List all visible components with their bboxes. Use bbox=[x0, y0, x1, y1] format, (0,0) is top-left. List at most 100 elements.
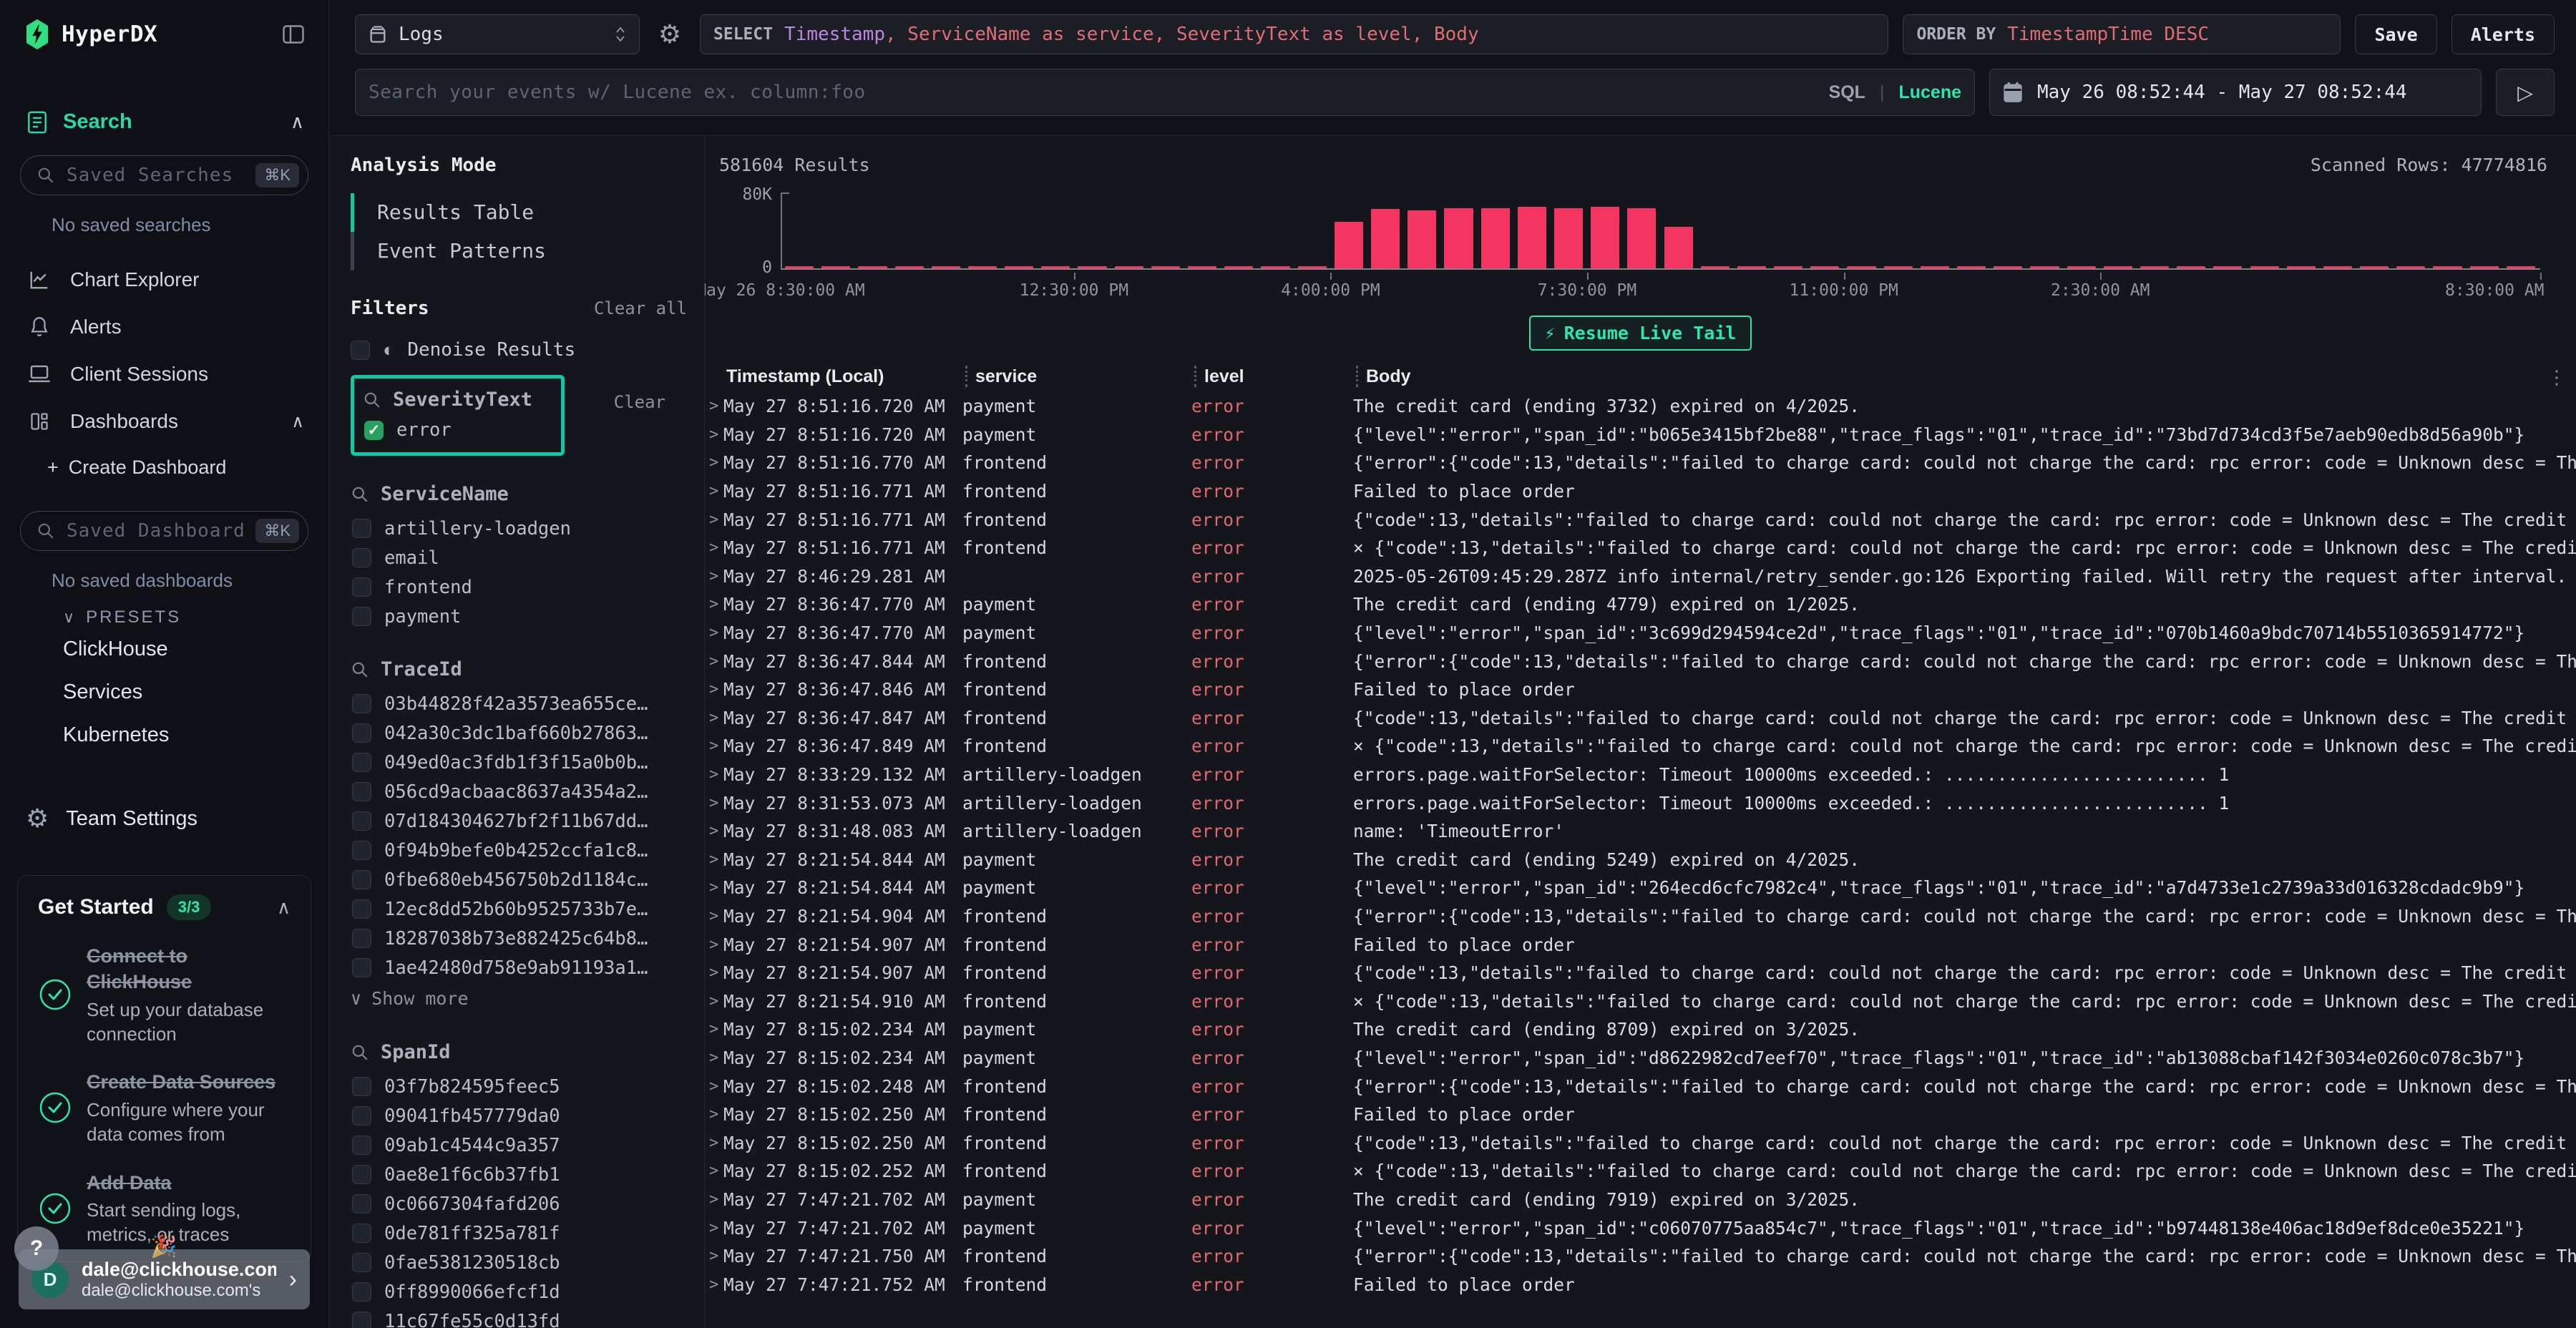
presets-toggle[interactable]: ∨ PRESETS bbox=[0, 607, 328, 628]
checkbox-checked[interactable] bbox=[364, 421, 384, 440]
log-row[interactable]: >May 27 8:36:47.770 AMpaymenterrorThe cr… bbox=[705, 590, 2576, 619]
run-query-button[interactable]: ▷ bbox=[2496, 69, 2555, 116]
checkbox[interactable] bbox=[352, 811, 371, 831]
source-settings-button[interactable]: ⚙ bbox=[654, 14, 686, 54]
sidebar-item-search[interactable]: Search ∧ bbox=[27, 110, 304, 134]
log-row[interactable]: >May 27 8:36:47.844 AMfrontenderror{"err… bbox=[705, 647, 2576, 675]
mode-event-patterns[interactable]: Event Patterns bbox=[351, 232, 687, 270]
column-divider[interactable] bbox=[1356, 366, 1366, 387]
row-expand-icon[interactable]: > bbox=[705, 766, 723, 783]
log-row[interactable]: >May 27 7:47:21.702 AMpaymenterror{"leve… bbox=[705, 1214, 2576, 1242]
checkbox[interactable] bbox=[352, 1282, 371, 1302]
row-expand-icon[interactable]: > bbox=[705, 426, 723, 444]
filter-value-item[interactable]: 0ff8990066efcf1d bbox=[351, 1277, 687, 1307]
row-expand-icon[interactable]: > bbox=[705, 539, 723, 557]
log-row[interactable]: >May 27 8:21:54.907 AMfrontenderror{"cod… bbox=[705, 959, 2576, 987]
log-row[interactable]: >May 27 8:36:47.847 AMfrontenderror{"cod… bbox=[705, 704, 2576, 733]
row-expand-icon[interactable]: > bbox=[705, 1247, 723, 1265]
chevron-up-icon[interactable]: ∧ bbox=[291, 111, 304, 133]
log-row[interactable]: >May 27 8:51:16.771 AMfrontenderror× {"c… bbox=[705, 534, 2576, 562]
row-expand-icon[interactable]: > bbox=[705, 511, 723, 529]
row-expand-icon[interactable]: > bbox=[705, 1191, 723, 1209]
row-expand-icon[interactable]: > bbox=[705, 737, 723, 755]
saved-searches-input[interactable]: Saved Searches ⌘K bbox=[20, 155, 308, 195]
filter-group-label[interactable]: TraceId bbox=[381, 658, 462, 680]
chevron-up-icon[interactable]: ∧ bbox=[277, 897, 291, 919]
checkbox[interactable] bbox=[352, 958, 371, 977]
sidebar-item-clickhouse[interactable]: ClickHouse bbox=[0, 628, 328, 670]
log-row[interactable]: >May 27 8:51:16.720 AMpaymenterrorThe cr… bbox=[705, 392, 2576, 421]
checkbox[interactable] bbox=[352, 753, 371, 772]
filter-value-item[interactable]: payment bbox=[351, 602, 687, 631]
log-row[interactable]: >May 27 8:15:02.248 AMfrontenderror{"err… bbox=[705, 1072, 2576, 1100]
filter-value-item[interactable]: 11c67fe55c0d13fd bbox=[351, 1307, 687, 1328]
sidebar-item-chart-explorer[interactable]: Chart Explorer bbox=[0, 256, 328, 303]
log-row[interactable]: >May 27 7:47:21.750 AMfrontenderror{"err… bbox=[705, 1242, 2576, 1271]
checkbox[interactable] bbox=[352, 548, 371, 567]
filter-value-item[interactable]: 056cd9acbaac8637a4354a2… bbox=[351, 777, 687, 806]
sidebar-item-team-settings[interactable]: ⚙ Team Settings bbox=[0, 795, 328, 842]
log-row[interactable]: >May 27 8:15:02.234 AMpaymenterrorThe cr… bbox=[705, 1015, 2576, 1044]
log-row[interactable]: >May 27 8:51:16.720 AMpaymenterror{"leve… bbox=[705, 421, 2576, 449]
clear-all-button[interactable]: Clear all bbox=[594, 298, 687, 318]
sql-mode-toggle[interactable]: SQL bbox=[1829, 82, 1865, 103]
filter-value-item[interactable]: 0fae5381230518cb bbox=[351, 1248, 687, 1277]
filter-value-item[interactable]: 09041fb457779da0 bbox=[351, 1101, 687, 1131]
user-account-button[interactable]: D dale@clickhouse.com dale@clickhouse.co… bbox=[19, 1249, 310, 1309]
filter-value-item[interactable]: 03f7b824595feec5 bbox=[351, 1072, 687, 1101]
checkbox[interactable] bbox=[352, 1106, 371, 1126]
log-row[interactable]: >May 27 8:36:47.846 AMfrontenderrorFaile… bbox=[705, 675, 2576, 704]
row-expand-icon[interactable]: > bbox=[705, 680, 723, 698]
row-expand-icon[interactable]: > bbox=[705, 1162, 723, 1180]
row-expand-icon[interactable]: > bbox=[705, 1020, 723, 1038]
severity-clear-button[interactable]: Clear bbox=[614, 392, 665, 412]
row-expand-icon[interactable]: > bbox=[705, 624, 723, 642]
sidebar-item-kubernetes[interactable]: Kubernetes bbox=[0, 713, 328, 756]
column-divider[interactable] bbox=[1194, 366, 1204, 387]
sidebar-item-client-sessions[interactable]: Client Sessions bbox=[0, 351, 328, 398]
filter-group-label[interactable]: SpanId bbox=[381, 1041, 451, 1063]
log-row[interactable]: >May 27 7:47:21.752 AMfrontenderrorFaile… bbox=[705, 1270, 2576, 1299]
checkbox[interactable] bbox=[352, 870, 371, 889]
show-more-button[interactable]: ∨Show more bbox=[351, 982, 687, 1014]
row-expand-icon[interactable]: > bbox=[705, 653, 723, 670]
sql-select-input[interactable]: SELECT Timestamp, ServiceName as service… bbox=[700, 14, 1888, 54]
resume-live-tail-button[interactable]: ⚡ Resume Live Tail bbox=[1529, 316, 1752, 351]
get-started-item[interactable]: Connect to ClickHouseSet up your databas… bbox=[38, 943, 291, 1046]
col-body[interactable]: Body bbox=[1366, 366, 2576, 387]
row-expand-icon[interactable]: > bbox=[705, 567, 723, 585]
checkbox[interactable] bbox=[352, 1136, 371, 1155]
checkbox[interactable] bbox=[352, 1312, 371, 1328]
row-expand-icon[interactable]: > bbox=[705, 879, 723, 897]
row-expand-icon[interactable]: > bbox=[705, 1134, 723, 1152]
get-started-item[interactable]: Create Data SourcesConfigure where your … bbox=[38, 1069, 291, 1146]
filter-value-item[interactable]: 18287038b73e882425c64b8… bbox=[351, 924, 687, 953]
event-search-bar[interactable]: SQL | Lucene bbox=[355, 69, 1975, 116]
filter-value-item[interactable]: 1ae42480d758e9ab91193a1… bbox=[351, 953, 687, 982]
col-timestamp[interactable]: Timestamp (Local) bbox=[726, 366, 965, 387]
filter-value-item[interactable]: 0c0667304fafd206 bbox=[351, 1189, 687, 1219]
row-expand-icon[interactable]: > bbox=[705, 454, 723, 472]
log-row[interactable]: >May 27 8:31:48.083 AMartillery-loadgene… bbox=[705, 817, 2576, 846]
row-expand-icon[interactable]: > bbox=[705, 1078, 723, 1095]
log-row[interactable]: >May 27 8:15:02.234 AMpaymenterror{"leve… bbox=[705, 1044, 2576, 1073]
checkbox[interactable] bbox=[352, 1077, 371, 1096]
checkbox[interactable] bbox=[352, 519, 371, 538]
filter-value-item[interactable]: 049ed0ac3fdb1f3f15a0b0b… bbox=[351, 748, 687, 777]
row-expand-icon[interactable]: > bbox=[705, 1049, 723, 1067]
filter-value-item[interactable]: frontend bbox=[351, 572, 687, 602]
lucene-mode-toggle[interactable]: Lucene bbox=[1898, 82, 1961, 103]
row-expand-icon[interactable]: > bbox=[705, 936, 723, 954]
checkbox[interactable] bbox=[352, 1253, 371, 1272]
checkbox[interactable] bbox=[352, 899, 371, 919]
log-row[interactable]: >May 27 8:51:16.771 AMfrontenderrorFaile… bbox=[705, 477, 2576, 506]
log-row[interactable]: >May 27 8:21:54.844 AMpaymenterrorThe cr… bbox=[705, 846, 2576, 874]
checkbox[interactable] bbox=[352, 929, 371, 948]
filter-group-label[interactable]: SeverityText bbox=[393, 389, 532, 411]
log-row[interactable]: >May 27 8:21:54.844 AMpaymenterror{"leve… bbox=[705, 874, 2576, 902]
log-row[interactable]: >May 27 8:21:54.904 AMfrontenderror{"err… bbox=[705, 902, 2576, 931]
filter-group-label[interactable]: ServiceName bbox=[381, 483, 509, 505]
col-level[interactable]: level bbox=[1204, 366, 1356, 387]
row-expand-icon[interactable]: > bbox=[705, 482, 723, 500]
mode-results-table[interactable]: Results Table bbox=[351, 193, 687, 232]
